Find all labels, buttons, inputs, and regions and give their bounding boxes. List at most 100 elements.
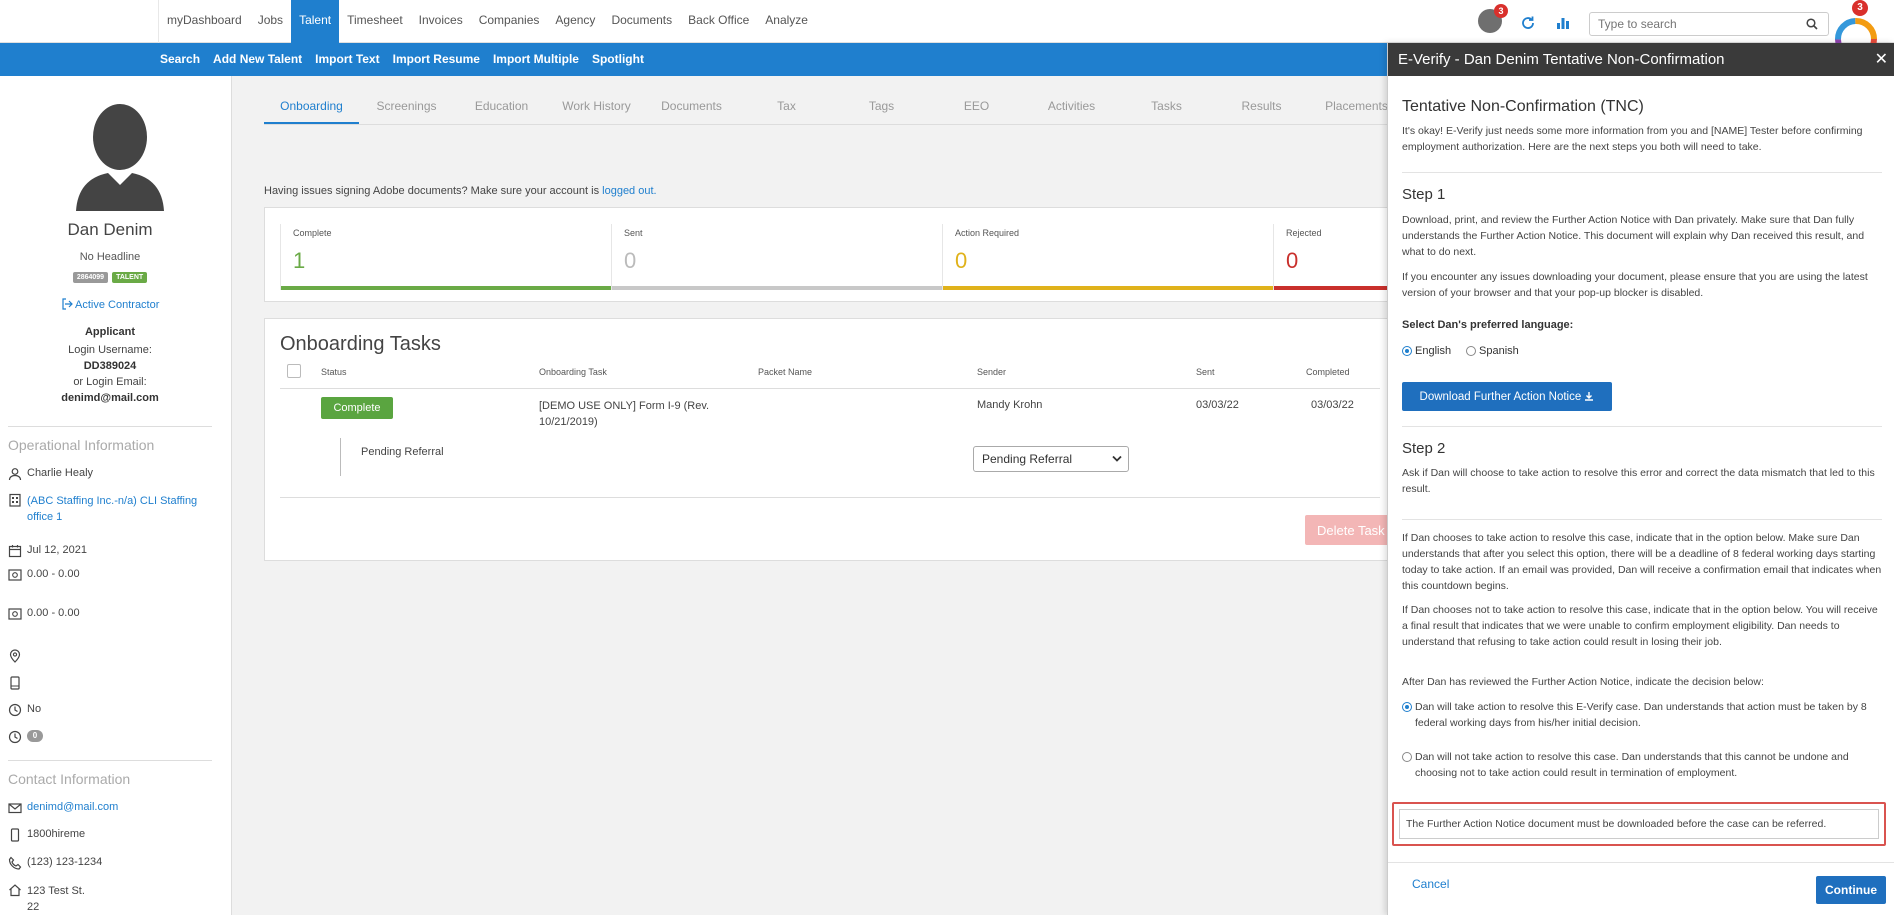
home-icon [9,884,21,897]
step2-paragraph-1: Ask if Dan will choose to take action to… [1402,467,1875,495]
col-packet-name: Packet Name [758,367,813,377]
talent-role: Applicant [84,326,136,338]
tab-eeo[interactable]: EEO [929,90,1024,124]
cancel-button[interactable]: Cancel [1412,877,1449,891]
office-row: (ABC Staffing Inc.-n/a) CLI Staffing off… [8,493,208,525]
onboarding-tasks-card: Onboarding Tasks Status Onboarding Task … [264,318,1389,561]
download-icon [1585,391,1594,401]
sign-in-icon [61,298,73,310]
tnc-heading: Tentative Non-Confirmation (TNC) [1402,98,1644,115]
profile-avatar [76,104,164,211]
tab-activities[interactable]: Activities [1024,90,1119,124]
subnav-import-text[interactable]: Import Text [315,43,379,76]
status-complete-button[interactable]: Complete [321,397,393,419]
subnav-add-new-talent[interactable]: Add New Talent [213,43,302,76]
tab-tasks[interactable]: Tasks [1119,90,1214,124]
delete-task-button[interactable]: Delete Task [1305,515,1389,545]
adobe-message: Having issues signing Adobe documents? M… [264,185,657,197]
col-onboarding-task: Onboarding Task [539,367,607,377]
col-sent: Sent [1196,367,1215,377]
step1-heading: Step 1 [1402,186,1446,203]
nav-item-companies[interactable]: Companies [471,0,548,43]
tab-onboarding[interactable]: Onboarding [264,90,359,124]
widget-badge: 3 [1852,0,1868,16]
user-avatar[interactable]: 3 [1478,4,1508,33]
language-english-radio[interactable]: English [1402,345,1451,357]
download-notice-button[interactable]: Download Further Action Notice [1402,382,1612,411]
refresh-icon[interactable] [1520,15,1536,31]
operational-heading: Operational Information [8,437,155,453]
login-email-label: or Login Email: [73,376,147,388]
tab-work-history[interactable]: Work History [549,90,644,124]
referral-status-select[interactable]: Pending Referral [973,446,1129,472]
nav-item-back-office[interactable]: Back Office [680,0,757,43]
profile-sidebar: Dan Denim No Headline 2864099 TALENT Act… [0,76,232,915]
subnav-import-multiple[interactable]: Import Multiple [493,43,579,76]
stat-rejected: Rejected 0 [1273,224,1388,290]
subnav-search[interactable]: Search [160,43,200,76]
col-sender: Sender [977,367,1007,377]
nav-item-invoices[interactable]: Invoices [411,0,471,43]
option-take-action[interactable]: Dan will take action to resolve this E-V… [1402,699,1882,731]
device-row [8,676,208,690]
tab-education[interactable]: Education [454,90,549,124]
nav-item-timesheet[interactable]: Timesheet [339,0,411,43]
continue-button[interactable]: Continue [1816,876,1886,904]
language-label: Select Dan's preferred language: [1402,319,1574,331]
step2-paragraph-2: If Dan chooses to take action to resolve… [1402,532,1882,592]
task-name[interactable]: [DEMO USE ONLY] Form I-9 (Rev. 10/21/201… [539,398,729,430]
language-spanish-radio[interactable]: Spanish [1466,345,1519,357]
id-badge: 2864099 [72,272,109,283]
logged-out-link[interactable]: logged out. [602,185,656,197]
contact-phone2-row: (123) 123-1234 [8,856,208,870]
count-row: 0 [8,730,208,744]
step2-heading: Step 2 [1402,440,1446,457]
subnav-import-resume[interactable]: Import Resume [393,43,480,76]
chevron-down-icon [1112,455,1122,462]
analytics-icon[interactable] [1555,15,1571,31]
subnav-spotlight[interactable]: Spotlight [592,43,644,76]
tab-tags[interactable]: Tags [834,90,929,124]
nav-item-mydashboard[interactable]: myDashboard [159,0,250,43]
nav-item-talent[interactable]: Talent [291,0,340,43]
count-badge: 0 [27,730,43,742]
nav-item-agency[interactable]: Agency [547,0,603,43]
person-icon [8,468,22,481]
nav-item-jobs[interactable]: Jobs [250,0,291,43]
nav-item-analyze[interactable]: Analyze [757,0,816,43]
stat-complete: Complete 1 [280,224,611,290]
contact-email-row[interactable]: denimd@mail.com [8,801,208,815]
nav-item-documents[interactable]: Documents [603,0,680,43]
tasks-heading: Onboarding Tasks [280,333,441,355]
login-username: DD389024 [83,360,137,372]
tab-tax[interactable]: Tax [739,90,834,124]
contact-phone1-row: 1800hireme [8,828,208,842]
tab-screenings[interactable]: Screenings [359,90,454,124]
location-row [8,649,208,663]
active-contractor-link[interactable]: Active Contractor [0,298,220,311]
select-all-checkbox[interactable] [287,364,301,378]
tab-documents[interactable]: Documents [644,90,739,124]
notification-badge: 3 [1494,4,1508,18]
everify-panel: E-Verify - Dan Denim Tentative Non-Confi… [1387,43,1894,915]
search-input[interactable] [1590,13,1790,35]
recruiter-row: Charlie Healy [8,467,208,481]
option-no-action[interactable]: Dan will not take action to resolve this… [1402,749,1882,781]
envelope-icon [8,803,22,814]
money-icon [8,569,22,581]
col-status: Status [321,367,347,377]
step1-paragraph-1: Download, print, and review the Further … [1402,214,1865,258]
pending-referral-label: Pending Referral [361,446,444,458]
contact-heading: Contact Information [8,771,131,787]
talent-badge: TALENT [112,272,148,283]
rate-row-1: 0.00 - 0.00 [8,568,208,582]
close-icon[interactable]: ✕ [1875,43,1888,76]
location-pin-icon [9,649,21,663]
talent-name: Dan Denim [67,220,153,239]
onboarding-stats: Complete 1 Sent 0 Action Required 0 Reje… [264,207,1388,302]
search-icon[interactable] [1806,18,1818,30]
sender-name: Mandy Krohn [977,399,1043,411]
date-row: Jul 12, 2021 [8,544,208,558]
tab-results[interactable]: Results [1214,90,1309,124]
login-email: denimd@mail.com [61,392,159,404]
